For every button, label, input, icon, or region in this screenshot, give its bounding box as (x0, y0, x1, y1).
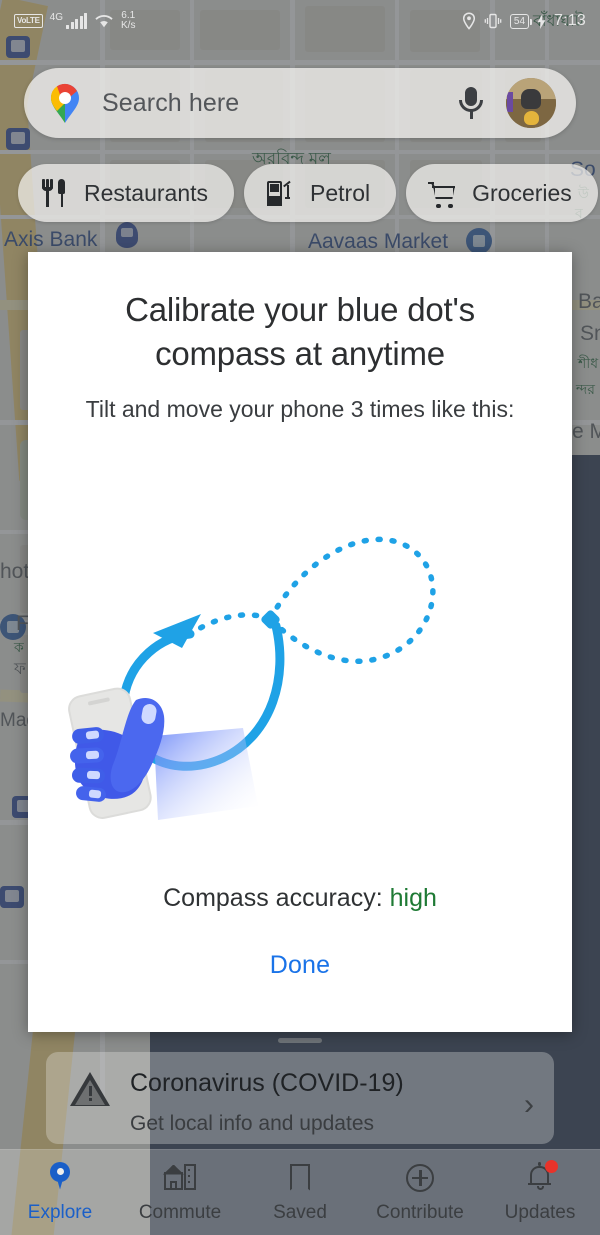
shopping-cart-icon (428, 178, 456, 208)
avatar[interactable] (506, 78, 556, 128)
plus-circle-icon (404, 1162, 436, 1194)
compass-accuracy-value: high (389, 884, 437, 913)
nav-item-commute[interactable]: Commute (120, 1162, 240, 1224)
nav-label: Contribute (376, 1201, 464, 1223)
charging-bolt-icon (537, 13, 546, 29)
app-screen: Axis Bankঅরবিন্দ মলAavaas Marketবাঁধাঘাট… (0, 0, 600, 1235)
wifi-icon (94, 13, 114, 29)
nav-item-contribute[interactable]: Contribute (360, 1162, 480, 1224)
covid-card-subtitle: Get local info and updates (130, 1111, 375, 1135)
chip-label: Restaurants (84, 179, 209, 206)
compass-calibration-dialog: Calibrate your blue dot's compass at any… (28, 252, 572, 1032)
location-icon (462, 12, 476, 30)
chip-restaurants[interactable]: Restaurants (18, 164, 235, 222)
restaurant-icon (40, 178, 68, 208)
compass-accuracy-row: Compass accuracy: high (58, 884, 542, 913)
nav-label: Explore (27, 1201, 93, 1223)
chip-label: Petrol (310, 179, 371, 206)
data-rate-unit: K/s (121, 20, 136, 31)
clock: 7:13 (554, 12, 586, 29)
bottom-navigation-bar: Explore Commute Saved Contribute Updates (0, 1149, 600, 1235)
nav-label: Commute (138, 1201, 222, 1223)
chip-label: Groceries (472, 179, 572, 206)
figure-eight-calibration-illustration (58, 476, 542, 836)
search-input[interactable]: Search here (102, 89, 458, 118)
fuel-pump-icon (266, 178, 294, 208)
nav-item-explore[interactable]: Explore (0, 1161, 120, 1224)
category-chips: Restaurants Petrol Groceries (18, 164, 598, 222)
buildings-icon (163, 1162, 196, 1194)
search-bar[interactable]: Search here (24, 68, 576, 138)
status-bar: VoLTE 4G 6.1 K/s 54 7:13 (0, 0, 600, 42)
volte-icon: VoLTE (14, 14, 43, 28)
covid-card-title: Coronavirus (COVID-19) (130, 1069, 404, 1097)
sheet-grabber[interactable] (278, 1038, 322, 1043)
dialog-title: Calibrate your blue dot's compass at any… (125, 291, 475, 372)
nav-item-saved[interactable]: Saved (240, 1162, 360, 1224)
nav-label: Saved (273, 1201, 327, 1223)
microphone-icon[interactable] (458, 85, 484, 121)
dialog-subtitle: Tilt and move your phone 3 times like th… (85, 395, 515, 422)
chevron-right-icon[interactable]: › (524, 1088, 534, 1122)
battery-indicator: 54 (509, 13, 533, 29)
google-maps-pin-icon (48, 82, 82, 124)
vibrate-icon (484, 12, 502, 30)
nav-item-updates[interactable]: Updates (480, 1159, 600, 1224)
chip-petrol[interactable]: Petrol (244, 164, 397, 222)
covid-info-card[interactable]: Coronavirus (COVID-19) Get local info an… (46, 1052, 554, 1144)
nav-label: Updates (504, 1201, 576, 1223)
warning-triangle-icon (70, 1072, 110, 1108)
data-rate-value: 6.1 (121, 9, 136, 21)
network-type-label: 4G (49, 11, 63, 23)
notification-badge (545, 1159, 558, 1173)
bell-icon (524, 1159, 558, 1194)
bottom-sheet: Coronavirus (COVID-19) Get local info an… (0, 1030, 600, 1235)
chip-groceries[interactable]: Groceries (406, 164, 598, 222)
signal-bars-icon (66, 12, 87, 29)
compass-accuracy-label: Compass accuracy: (163, 884, 383, 913)
location-pin-icon (44, 1161, 76, 1194)
bookmark-icon (284, 1162, 316, 1194)
data-rate-indicator: 6.1 K/s (121, 9, 136, 32)
done-button[interactable]: Done (58, 951, 542, 980)
